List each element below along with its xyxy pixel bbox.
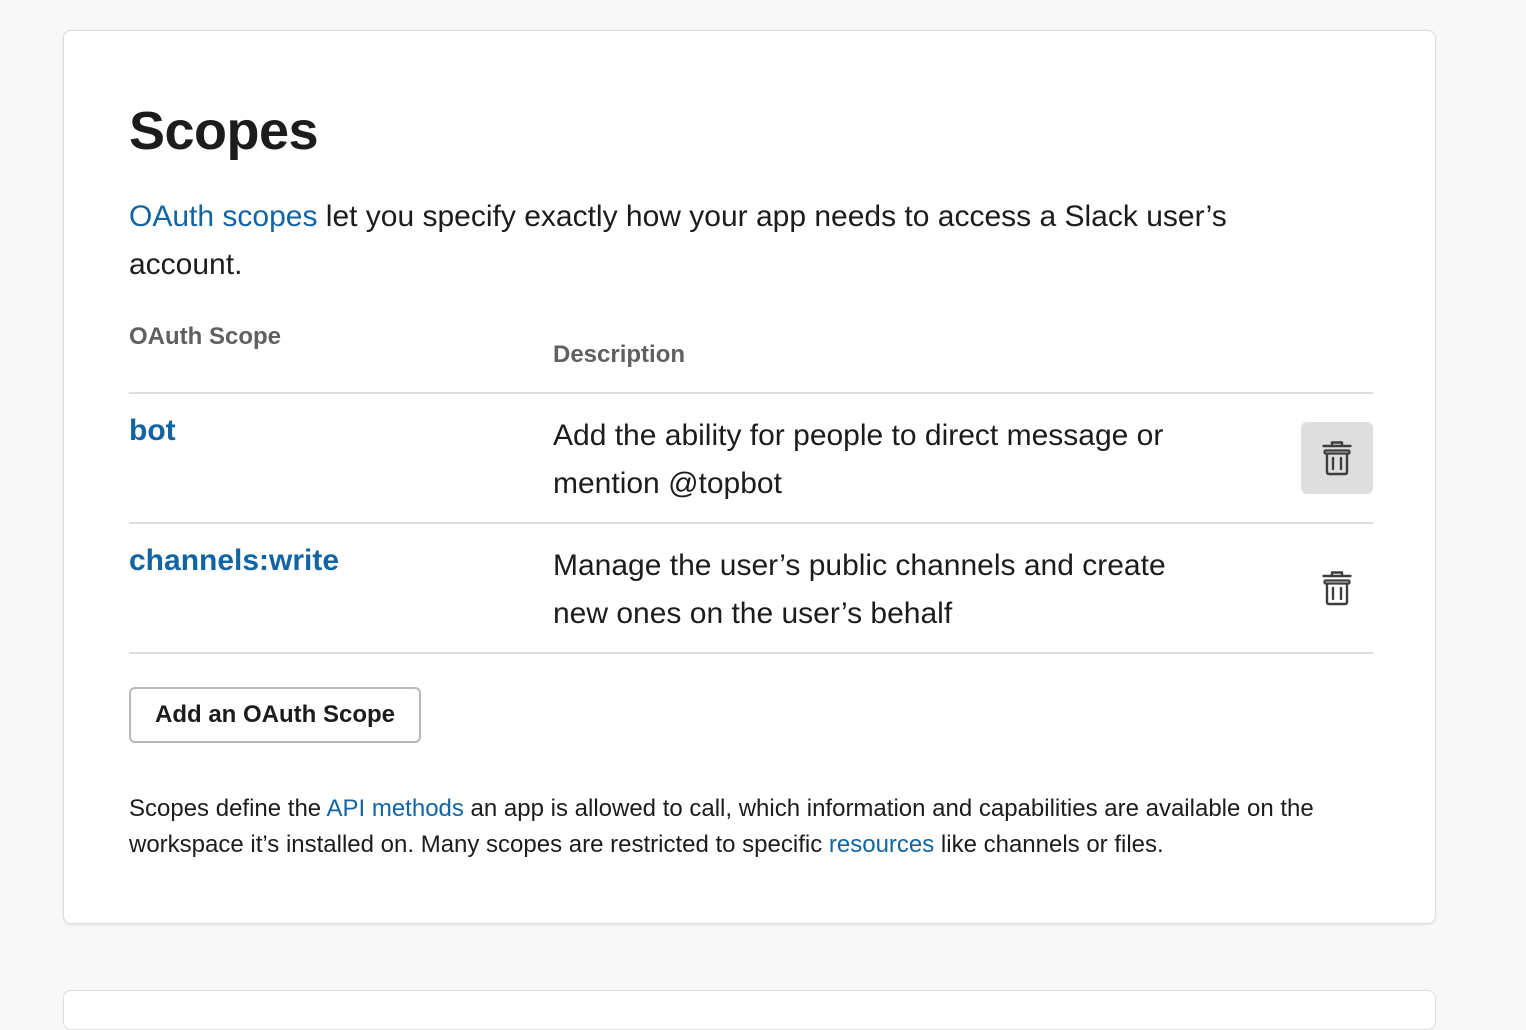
scope-name-link[interactable]: channels:write (129, 544, 339, 578)
footer-text-start: Scopes define the (129, 795, 327, 822)
oauth-scopes-link[interactable]: OAuth scopes (129, 200, 317, 233)
column-header-description: Description (553, 341, 686, 368)
trash-icon (1322, 571, 1352, 606)
scope-description: Add the ability for people to direct mes… (553, 419, 1164, 500)
scope-name-link[interactable]: bot (129, 414, 176, 448)
trash-icon (1322, 441, 1352, 476)
delete-scope-button[interactable] (1301, 422, 1373, 494)
scopes-footer-text: Scopes define the API methods an app is … (129, 791, 1369, 863)
table-divider (129, 652, 1373, 654)
intro-text: OAuth scopes let you specify exactly how… (129, 193, 1299, 289)
scopes-card: Scopes OAuth scopes let you specify exac… (63, 30, 1436, 924)
footer-text-end: like channels or files. (934, 831, 1164, 858)
table-row: bot Add the ability for people to direct… (129, 394, 1373, 522)
column-header-scope: OAuth Scope (129, 323, 282, 350)
delete-scope-button[interactable] (1301, 552, 1373, 624)
scope-description: Manage the user’s public channels and cr… (553, 549, 1166, 630)
table-row: channels:write Manage the user’s public … (129, 524, 1373, 652)
section-title: Scopes (129, 101, 319, 161)
next-section-card (63, 990, 1436, 1030)
api-methods-link[interactable]: API methods (326, 795, 463, 822)
add-oauth-scope-button[interactable]: Add an OAuth Scope (129, 687, 421, 743)
resources-link[interactable]: resources (829, 831, 934, 858)
